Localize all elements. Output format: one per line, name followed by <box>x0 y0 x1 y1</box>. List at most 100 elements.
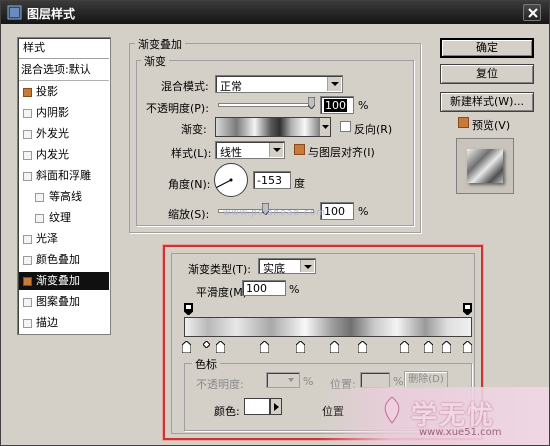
opacity-slider-thumb[interactable] <box>308 97 315 109</box>
sidebar-item-inner-shadow[interactable]: 内阴影 <box>19 104 109 122</box>
scale-value: 100 <box>324 205 345 218</box>
checkbox[interactable] <box>23 130 32 139</box>
sidebar-item-label: 光泽 <box>36 232 58 245</box>
stop-color-swatch[interactable] <box>244 398 270 415</box>
gradient-subgroup-title: 渐变 <box>141 53 169 69</box>
preview-label: 预览(V) <box>472 119 511 132</box>
checkbox[interactable] <box>23 109 32 118</box>
smoothness-input[interactable]: 100 <box>242 280 286 296</box>
sidebar-item-label: 描边 <box>36 316 58 329</box>
sidebar-item-label: 纹理 <box>49 211 71 224</box>
sidebar-item-pattern-overlay[interactable]: 图案叠加 <box>19 293 109 311</box>
color-stop[interactable] <box>442 341 451 353</box>
blend-mode-select[interactable]: 正常 <box>215 75 343 93</box>
new-style-button[interactable]: 新建样式(W)... <box>440 92 534 112</box>
sidebar-item-gradient-overlay[interactable]: 渐变叠加 <box>19 272 109 290</box>
checkbox[interactable] <box>23 298 32 307</box>
gradient-picker[interactable] <box>215 117 331 137</box>
checkbox[interactable] <box>35 214 44 223</box>
sidebar-item-color-overlay[interactable]: 颜色叠加 <box>19 251 109 269</box>
checkbox[interactable] <box>23 277 32 286</box>
sidebar-item-label: 等高线 <box>49 190 82 203</box>
angle-unit: 度 <box>294 177 305 190</box>
sidebar-item-label: 内发光 <box>36 148 69 161</box>
color-stop[interactable] <box>330 341 339 353</box>
style-select[interactable]: 线性 <box>215 141 285 159</box>
align-with-layer-label: 与图层对齐(I) <box>308 146 375 159</box>
align-with-layer-checkbox[interactable] <box>294 144 305 155</box>
opacity-stop-right[interactable] <box>463 303 472 315</box>
color-stop[interactable] <box>296 341 305 353</box>
color-stop[interactable] <box>358 341 367 353</box>
sidebar-item-satin[interactable]: 光泽 <box>19 230 109 248</box>
opacity-unit: % <box>358 99 369 112</box>
gradient-label: 渐变: <box>181 123 207 136</box>
close-button[interactable] <box>523 4 541 21</box>
window-title: 图层样式 <box>27 7 76 21</box>
checkbox[interactable] <box>23 151 32 160</box>
stop-color-label: 颜色: <box>214 405 240 418</box>
stop-color-menu-button[interactable] <box>270 398 282 415</box>
watermark-logo-icon <box>384 396 400 424</box>
gradient-overlay-title: 渐变叠加 <box>135 36 185 52</box>
sidebar-item-label: 内阴影 <box>36 106 69 119</box>
blend-mode-value: 正常 <box>220 80 242 93</box>
sidebar-item-label: 颜色叠加 <box>36 253 80 266</box>
blend-options-item[interactable]: 混合选项:默认 <box>19 61 109 81</box>
sidebar-item-label: 外发光 <box>36 127 69 140</box>
checkbox[interactable] <box>35 193 44 202</box>
color-stop[interactable] <box>182 341 191 353</box>
close-icon <box>528 8 538 18</box>
opacity-slider-track[interactable] <box>218 103 314 107</box>
stop-location-input[interactable] <box>360 372 390 388</box>
sidebar-item-label: 图案叠加 <box>36 295 80 308</box>
gradient-type-value: 实底 <box>263 262 285 275</box>
angle-dial[interactable] <box>213 162 249 198</box>
blend-options-label: 混合选项:默认 <box>21 63 91 76</box>
color-stop[interactable] <box>260 341 269 353</box>
checkbox[interactable] <box>23 88 32 97</box>
checkbox[interactable] <box>23 256 32 265</box>
ok-button[interactable]: 确定 <box>440 38 534 58</box>
style-label: 样式(L): <box>171 147 212 160</box>
stop-opacity-unit: % <box>303 375 314 388</box>
opacity-stop-left[interactable] <box>184 303 193 315</box>
layer-style-dialog: 图层样式 样式 混合选项:默认 投影 内阴影 外发光 内发光 斜面和浮雕 等高线… <box>0 0 550 446</box>
chevron-down-icon <box>269 143 283 157</box>
color-stop[interactable] <box>424 341 433 353</box>
gradient-type-select[interactable]: 实底 <box>258 258 316 275</box>
preview-checkbox[interactable] <box>458 117 469 128</box>
midpoint-diamond[interactable] <box>203 341 210 348</box>
sidebar-item-outer-glow[interactable]: 外发光 <box>19 125 109 143</box>
watermark-text: www.pslahead.com <box>223 208 327 218</box>
style-list: 样式 混合选项:默认 投影 内阴影 外发光 内发光 斜面和浮雕 等高线 纹理 光… <box>17 37 111 335</box>
gradient-bar[interactable] <box>184 317 472 337</box>
reset-button[interactable]: 复位 <box>440 64 534 84</box>
sidebar-item-label: 渐变叠加 <box>36 274 80 287</box>
sidebar-item-stroke[interactable]: 描边 <box>19 314 109 332</box>
gradient-dropdown-button[interactable] <box>319 118 330 136</box>
delete-stop-button[interactable]: 删除(D) <box>404 371 448 388</box>
style-list-header[interactable]: 样式 <box>19 39 109 59</box>
watermark: 学无忧 www.xue51.com <box>319 387 549 445</box>
gradient-type-label: 渐变类型(T): <box>188 263 252 276</box>
sidebar-item-contour[interactable]: 等高线 <box>19 188 109 206</box>
checkbox[interactable] <box>23 172 32 181</box>
reverse-checkbox[interactable] <box>340 121 351 132</box>
color-stop[interactable] <box>463 341 472 353</box>
color-stop[interactable] <box>400 341 409 353</box>
angle-value: -153 <box>257 174 282 187</box>
sidebar-item-drop-shadow[interactable]: 投影 <box>19 83 109 101</box>
stop-opacity-input[interactable] <box>266 372 300 388</box>
sidebar-item-texture[interactable]: 纹理 <box>19 209 109 227</box>
opacity-input[interactable]: 100 <box>320 96 354 114</box>
reverse-label: 反向(R) <box>354 123 393 136</box>
angle-input[interactable]: -153 <box>253 171 291 189</box>
smoothness-value: 100 <box>246 282 267 295</box>
checkbox[interactable] <box>23 235 32 244</box>
smoothness-unit: % <box>289 283 300 296</box>
sidebar-item-bevel-emboss[interactable]: 斜面和浮雕 <box>19 167 109 185</box>
color-stop[interactable] <box>216 341 225 353</box>
sidebar-item-inner-glow[interactable]: 内发光 <box>19 146 109 164</box>
checkbox[interactable] <box>23 319 32 328</box>
